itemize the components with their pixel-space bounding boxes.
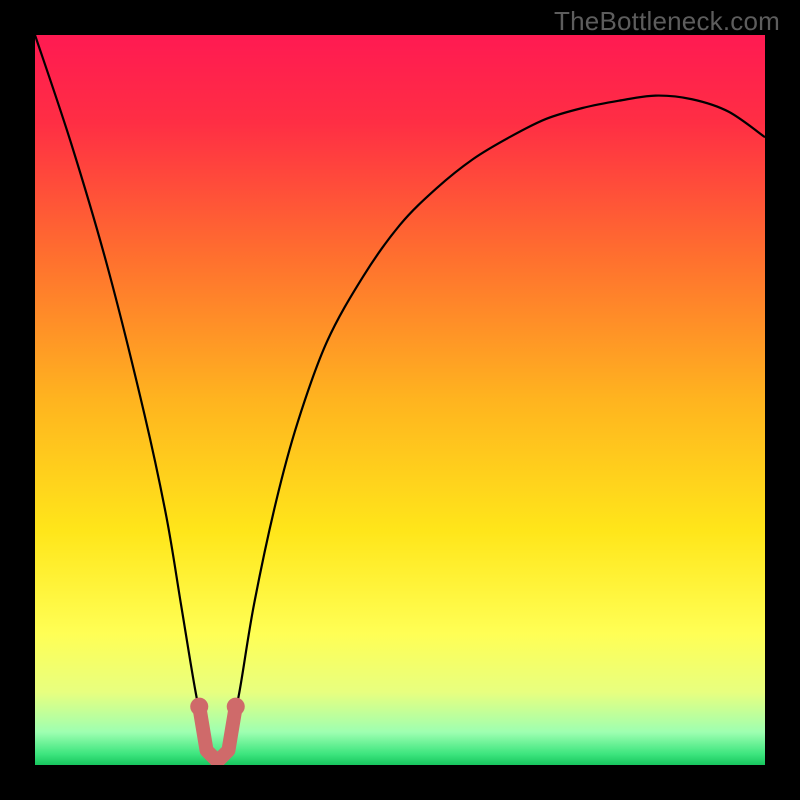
highlight-u [199,707,236,762]
curve-layer [35,35,765,765]
watermark-text: TheBottleneck.com [554,6,780,37]
plot-area [35,35,765,765]
bottleneck-curve [35,35,765,765]
highlight-endpoints [190,698,245,716]
chart-frame: TheBottleneck.com [0,0,800,800]
